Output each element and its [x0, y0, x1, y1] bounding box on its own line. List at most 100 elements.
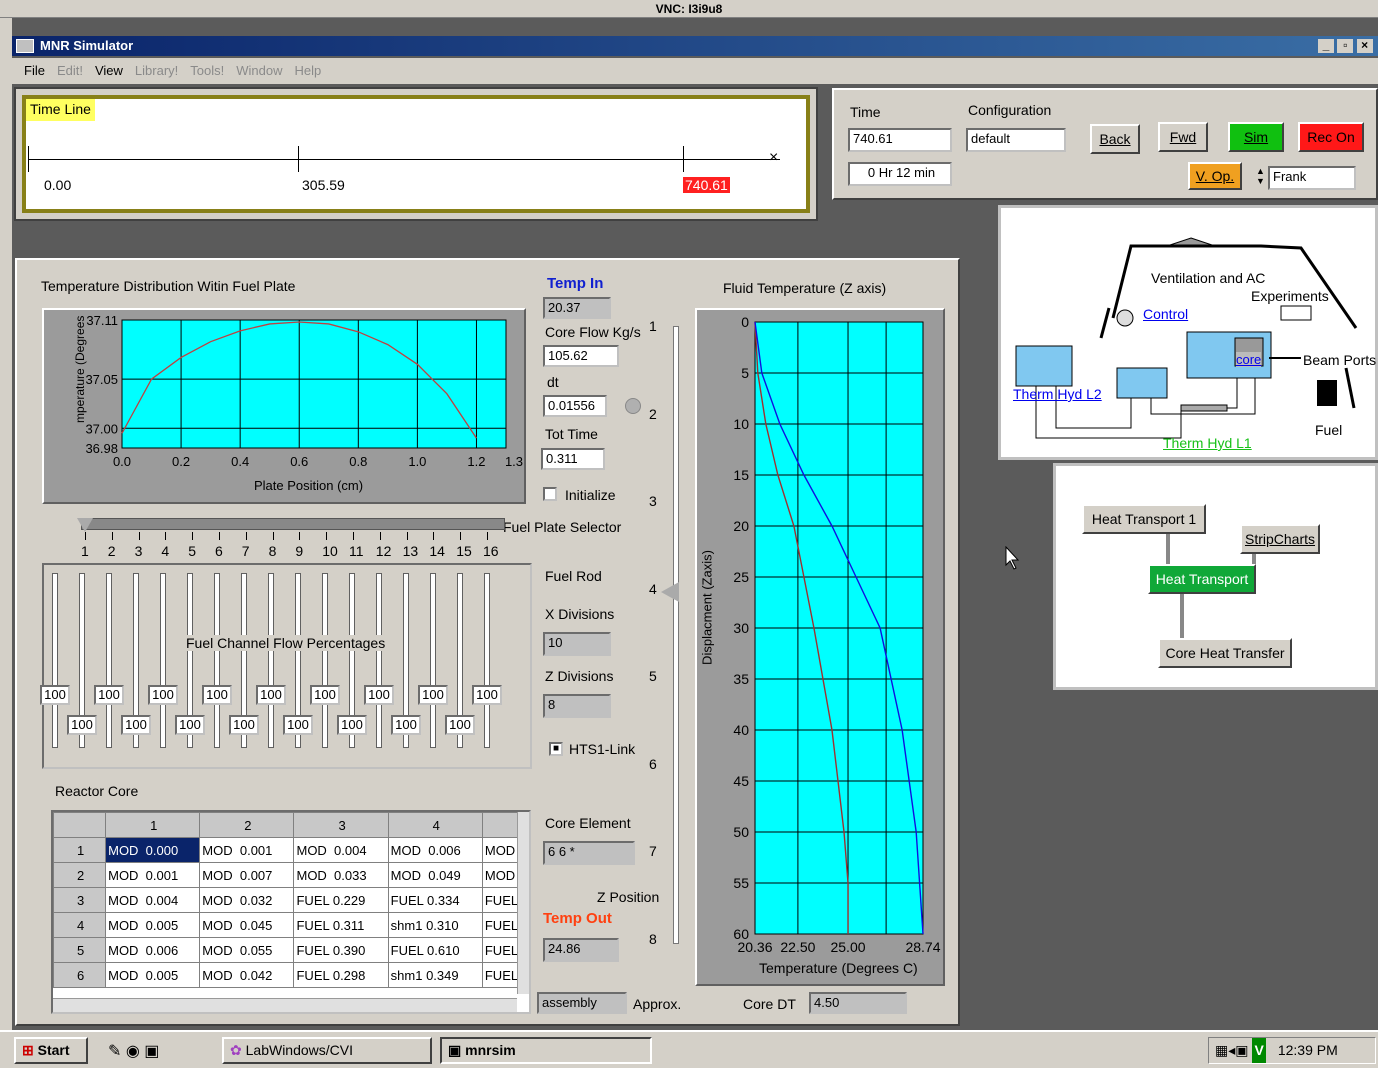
temp-in-field: 20.37 — [543, 297, 611, 319]
fwd-button[interactable]: Fwd — [1158, 122, 1208, 152]
rec-on-button[interactable]: Rec On — [1298, 122, 1364, 152]
fuel-plate-selector-thumb-icon[interactable] — [77, 518, 93, 532]
tray-icons[interactable]: ▦◂▣ — [1215, 1042, 1248, 1058]
tot-time-field[interactable]: 0.311 — [541, 448, 605, 470]
back-button[interactable]: Back — [1090, 124, 1140, 154]
core-cell[interactable]: MOD 0.000 — [105, 837, 201, 863]
menu-help[interactable]: Help — [295, 58, 322, 84]
flow-slider[interactable] — [52, 573, 58, 748]
heat-transport-1-button[interactable]: Heat Transport 1 — [1082, 504, 1206, 534]
flow-value-box[interactable]: 100 — [175, 715, 205, 735]
core-cell[interactable]: MOD 0.049 — [387, 862, 483, 888]
maximize-icon[interactable]: ▫ — [1337, 39, 1354, 53]
core-cell[interactable]: FUEL 0.610 — [387, 937, 483, 963]
core-cell[interactable]: MOD 0.005 — [105, 962, 201, 988]
z-position-track[interactable] — [673, 326, 679, 944]
flow-value-box[interactable]: 100 — [229, 715, 259, 735]
core-cell[interactable]: MOD 0.005 — [105, 912, 201, 938]
flow-slider[interactable] — [106, 573, 112, 748]
flow-value-box[interactable]: 100 — [472, 685, 502, 705]
menu-window[interactable]: Window — [236, 58, 282, 84]
control-link[interactable]: Control — [1143, 306, 1188, 322]
flow-value-box[interactable]: 100 — [148, 685, 178, 705]
flow-value-box[interactable]: 100 — [40, 685, 70, 705]
menu-edit[interactable]: Edit! — [57, 58, 83, 84]
sim-button[interactable]: Sim — [1228, 122, 1284, 152]
time-field[interactable]: 740.61 — [848, 128, 952, 152]
menu-library[interactable]: Library! — [135, 58, 178, 84]
hts1-link-checkbox[interactable]: ■ — [549, 742, 563, 756]
flow-slider[interactable] — [376, 573, 382, 748]
core-heat-transfer-button[interactable]: Core Heat Transfer — [1158, 638, 1292, 668]
flow-value-box[interactable]: 100 — [337, 715, 367, 735]
menu-file[interactable]: File — [24, 58, 45, 84]
flow-value-box[interactable]: 100 — [445, 715, 475, 735]
heat-transport-button[interactable]: Heat Transport — [1148, 564, 1256, 594]
core-cell[interactable]: MOD 0.033 — [293, 862, 389, 888]
vertical-scrollbar[interactable] — [517, 812, 529, 994]
therm-hyd-l2-link[interactable]: Therm Hyd L2 — [1013, 386, 1102, 402]
task-mnrsim[interactable]: ▣ mnrsim — [440, 1037, 652, 1064]
core-cell[interactable]: MOD 0.045 — [199, 912, 295, 938]
z-position-pointer-icon[interactable] — [661, 582, 679, 602]
core-cell[interactable]: FUEL 0.390 — [293, 937, 389, 963]
flow-slider[interactable] — [214, 573, 220, 748]
core-cell[interactable]: shm1 0.310 — [387, 912, 483, 938]
timeline-current[interactable]: 740.61 — [683, 177, 730, 193]
window-controls[interactable]: _ ▫ × — [1318, 38, 1378, 54]
configuration-field[interactable]: default — [966, 128, 1066, 152]
core-cell[interactable]: MOD 0.006 — [387, 837, 483, 863]
core-cell[interactable]: FUEL 0.311 — [293, 912, 389, 938]
flow-value-box[interactable]: 100 — [418, 685, 448, 705]
flow-slider[interactable] — [484, 573, 490, 748]
flow-value-box[interactable]: 100 — [283, 715, 313, 735]
flow-slider[interactable] — [160, 573, 166, 748]
menu-tools[interactable]: Tools! — [190, 58, 224, 84]
reactor-core-grid[interactable]: 1 2 3 4 1 MOD 0.000 MOD 0.001 MOD 0.004 MOD 0.00… — [51, 810, 531, 1014]
v-op-button[interactable]: V. Op. — [1188, 162, 1242, 190]
flow-value-box[interactable]: 100 — [67, 715, 97, 735]
core-cell[interactable]: MOD 0.032 — [199, 887, 295, 913]
core-cell[interactable]: MOD 0.001 — [199, 837, 295, 863]
user-field[interactable]: Frank — [1268, 166, 1356, 190]
horizontal-scrollbar[interactable] — [53, 998, 517, 1012]
task-labwindows[interactable]: ✿ LabWindows/CVI — [222, 1037, 432, 1064]
menu-view[interactable]: View — [95, 58, 123, 84]
flow-value-box[interactable]: 100 — [121, 715, 151, 735]
core-cell[interactable]: MOD 0.006 — [105, 937, 201, 963]
core-cell[interactable]: MOD 0.007 — [199, 862, 295, 888]
core-cell[interactable]: MOD 0.042 — [199, 962, 295, 988]
core-cell[interactable]: FUEL 0.298 — [293, 962, 389, 988]
flow-value-box[interactable]: 100 — [364, 685, 394, 705]
flow-slider[interactable] — [322, 573, 328, 748]
minimize-icon[interactable]: _ — [1318, 39, 1334, 53]
flow-value-box[interactable]: 100 — [310, 685, 340, 705]
core-flow-field[interactable]: 105.62 — [543, 345, 619, 367]
core-cell[interactable]: MOD 0.004 — [293, 837, 389, 863]
tray-v-icon[interactable]: V — [1252, 1038, 1266, 1063]
core-cell[interactable]: MOD 0.055 — [199, 937, 295, 963]
core-cell[interactable]: MOD 0.004 — [105, 887, 201, 913]
stripcharts-button[interactable]: StripCharts — [1240, 524, 1320, 554]
flow-value-box[interactable]: 100 — [202, 685, 232, 705]
core-cell[interactable]: shm1 0.349 — [387, 962, 483, 988]
core-link[interactable]: core — [1236, 352, 1262, 367]
therm-hyd-l1-link[interactable]: Therm Hyd L1 — [1163, 435, 1252, 451]
flow-value-box[interactable]: 100 — [256, 685, 286, 705]
timeline-end-marker[interactable]: × — [769, 149, 778, 167]
core-cell[interactable]: FUEL 0.334 — [387, 887, 483, 913]
close-icon[interactable]: × — [1356, 39, 1373, 53]
timeline-area[interactable]: Time Line × 0.00 305.59 740.61 — [22, 95, 810, 213]
flow-value-box[interactable]: 100 — [94, 685, 124, 705]
user-spinner-icon[interactable]: ▲ ▼ — [1256, 166, 1268, 188]
core-cell[interactable]: FUEL 0.229 — [293, 887, 389, 913]
flow-slider[interactable] — [268, 573, 274, 748]
flow-value-box[interactable]: 100 — [391, 715, 421, 735]
fuel-plate-selector-track[interactable] — [81, 518, 505, 530]
start-button[interactable]: ⊞ Start — [14, 1037, 88, 1064]
dt-field[interactable]: 0.01556 — [543, 395, 607, 417]
quick-launch-icons[interactable]: ✎ ◉ ▣ — [108, 1041, 159, 1061]
initialize-checkbox[interactable] — [543, 487, 557, 501]
core-cell[interactable]: MOD 0.001 — [105, 862, 201, 888]
flow-slider[interactable] — [430, 573, 436, 748]
